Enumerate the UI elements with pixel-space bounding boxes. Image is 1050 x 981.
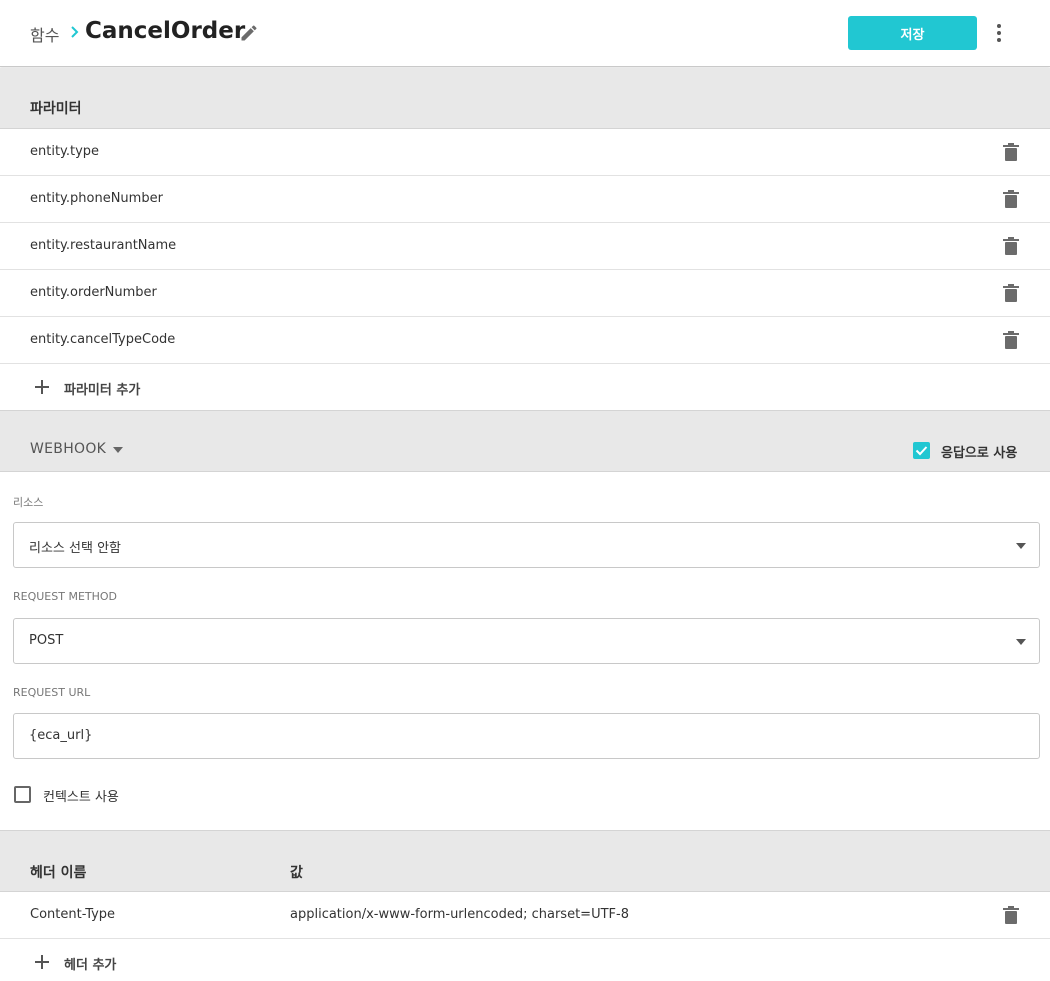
parameter-row: entity.type <box>0 129 1050 176</box>
parameter-row: entity.restaurantName <box>0 223 1050 270</box>
trash-icon[interactable] <box>1003 143 1019 161</box>
webhook-section-header <box>0 410 1050 472</box>
parameter-label: entity.phoneNumber <box>30 191 163 206</box>
resource-label: 리소스 <box>13 496 44 509</box>
add-header-button[interactable]: 헤더 추가 <box>0 939 1050 981</box>
trash-icon[interactable] <box>1003 906 1019 924</box>
request-method-value: POST <box>29 633 64 648</box>
header-value-cell: application/x-www-form-urlencoded; chars… <box>290 907 629 922</box>
request-url-value: {eca_url} <box>29 728 93 743</box>
resource-select-value: 리소스 선택 안함 <box>29 541 121 556</box>
request-method-label: REQUEST METHOD <box>13 590 118 603</box>
use-as-response-checkbox[interactable] <box>913 442 930 459</box>
add-parameter-button[interactable]: 파라미터 추가 <box>0 364 1050 410</box>
caret-down-icon <box>1016 639 1026 645</box>
chevron-right-icon <box>71 26 79 38</box>
headers-table-header <box>0 830 1050 892</box>
webhook-type-dropdown[interactable]: WEBHOOK <box>30 441 106 457</box>
header-name-column: 헤더 이름 <box>30 865 87 881</box>
parameter-row: entity.cancelTypeCode <box>0 317 1050 364</box>
parameter-label: entity.cancelTypeCode <box>30 332 176 347</box>
more-vert-icon[interactable] <box>989 22 1009 44</box>
resource-select[interactable]: 리소스 선택 안함 <box>13 522 1040 568</box>
parameter-label: entity.orderNumber <box>30 285 157 300</box>
caret-down-icon <box>1016 543 1026 549</box>
header-value-column: 값 <box>290 865 303 881</box>
plus-icon <box>35 380 49 394</box>
pencil-icon[interactable] <box>239 23 259 43</box>
add-parameter-label: 파라미터 추가 <box>64 383 141 398</box>
caret-down-icon <box>113 447 123 453</box>
parameter-row: entity.phoneNumber <box>0 176 1050 223</box>
save-button[interactable]: 저장 <box>848 16 977 50</box>
use-context-label: 컨텍스트 사용 <box>43 790 119 805</box>
trash-icon[interactable] <box>1003 331 1019 349</box>
trash-icon[interactable] <box>1003 284 1019 302</box>
parameter-row: entity.orderNumber <box>0 270 1050 317</box>
parameter-label: entity.type <box>30 144 100 159</box>
trash-icon[interactable] <box>1003 190 1019 208</box>
request-url-label: REQUEST URL <box>13 686 91 699</box>
parameters-title: 파라미터 <box>30 101 82 117</box>
use-context-checkbox[interactable] <box>14 786 31 803</box>
request-method-select[interactable]: POST <box>13 618 1040 664</box>
check-icon <box>915 446 928 456</box>
request-url-input[interactable]: {eca_url} <box>13 713 1040 759</box>
header-name-cell: Content-Type <box>30 907 116 922</box>
parameters-section-header: 파라미터 <box>0 68 1050 129</box>
top-header: 함수 CancelOrder 저장 <box>0 0 1050 67</box>
parameter-label: entity.restaurantName <box>30 238 177 253</box>
use-as-response-label: 응답으로 사용 <box>941 446 1018 461</box>
header-row: Content-Type application/x-www-form-urle… <box>0 892 1050 939</box>
breadcrumb-functions-link[interactable]: 함수 <box>30 22 59 46</box>
add-header-label: 헤더 추가 <box>64 958 117 973</box>
page-title: CancelOrder <box>85 18 246 44</box>
plus-icon <box>35 955 49 969</box>
trash-icon[interactable] <box>1003 237 1019 255</box>
